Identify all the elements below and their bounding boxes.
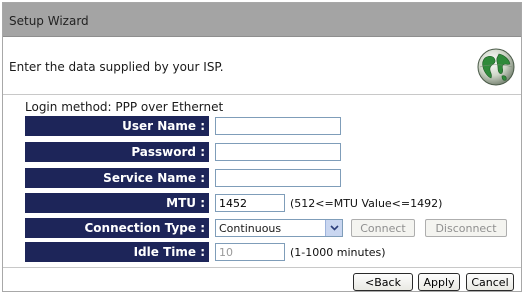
setup-wizard-panel: Setup Wizard Enter the data supplied by … xyxy=(2,2,522,292)
wizard-title: Setup Wizard xyxy=(3,3,521,37)
back-button[interactable]: <Back xyxy=(353,273,413,291)
connection-type-value: Continuous xyxy=(219,221,282,235)
idle-time-input[interactable] xyxy=(215,243,285,261)
idle-time-label: Idle Time : xyxy=(25,242,209,262)
service-name-label: Service Name : xyxy=(25,168,209,188)
globe-icon xyxy=(477,48,515,86)
chevron-down-icon[interactable] xyxy=(325,220,342,236)
user-name-input[interactable] xyxy=(215,117,341,135)
connection-type-row: Connection Type : Continuous Connect Dis… xyxy=(25,218,507,238)
user-name-label: User Name : xyxy=(25,116,209,136)
intro-section: Enter the data supplied by your ISP. xyxy=(3,37,521,95)
cancel-button[interactable]: Cancel xyxy=(466,273,514,291)
connection-type-label: Connection Type : xyxy=(25,218,209,238)
mtu-row: MTU : (512<=MTU Value<=1492) xyxy=(25,193,442,213)
mtu-label: MTU : xyxy=(25,193,209,213)
user-name-row: User Name : xyxy=(25,116,341,136)
mtu-input[interactable] xyxy=(215,194,285,212)
idle-time-row: Idle Time : (1-1000 minutes) xyxy=(25,242,386,262)
idle-time-hint: (1-1000 minutes) xyxy=(290,245,386,259)
wizard-footer: <Back Apply Cancel xyxy=(3,267,521,292)
mtu-range-hint: (512<=MTU Value<=1492) xyxy=(290,196,443,210)
apply-button[interactable]: Apply xyxy=(418,273,460,291)
password-input[interactable] xyxy=(215,143,341,161)
password-label: Password : xyxy=(25,142,209,162)
connect-button[interactable]: Connect xyxy=(351,219,415,237)
disconnect-button[interactable]: Disconnect xyxy=(425,219,507,237)
service-name-row: Service Name : xyxy=(25,168,341,188)
password-row: Password : xyxy=(25,142,341,162)
connection-type-select[interactable]: Continuous xyxy=(215,219,343,237)
login-method-text: Login method: PPP over Ethernet xyxy=(25,100,224,114)
intro-text: Enter the data supplied by your ISP. xyxy=(9,60,224,74)
service-name-input[interactable] xyxy=(215,169,341,187)
